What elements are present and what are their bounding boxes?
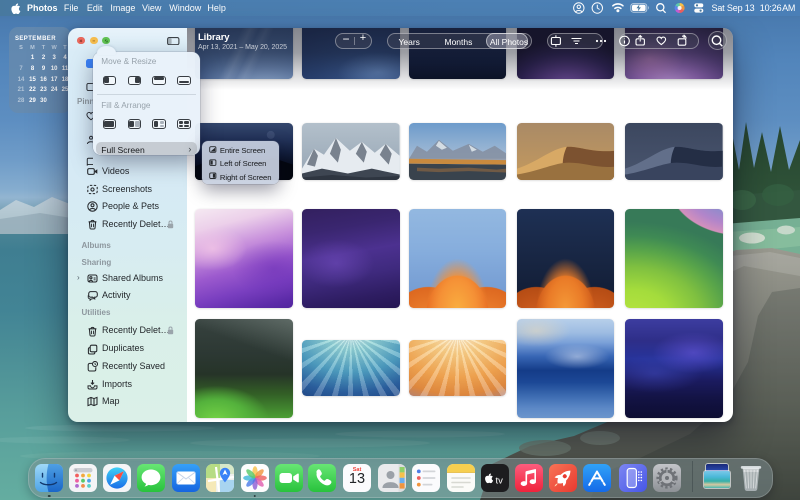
svg-text:tv: tv: [496, 476, 504, 487]
